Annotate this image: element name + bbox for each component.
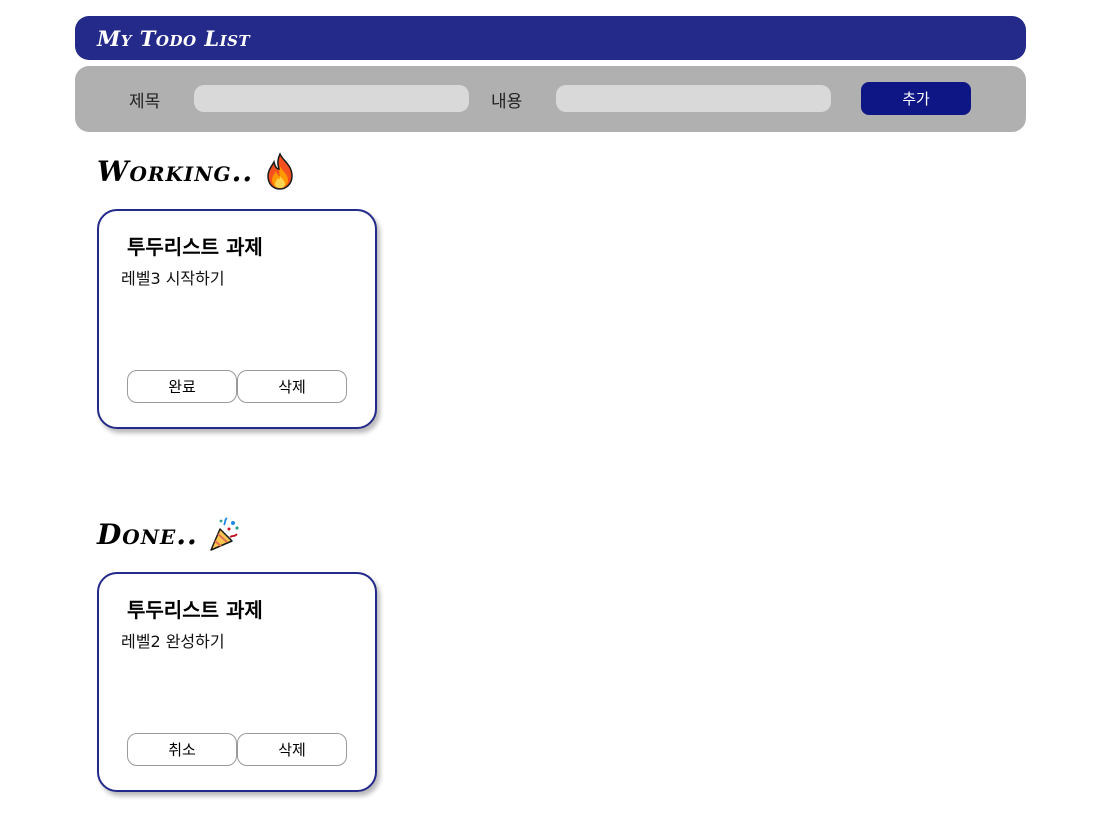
- todo-card: 투두리스트 과제 레벨3 시작하기 완료 삭제: [97, 209, 377, 429]
- content-label: 내용: [491, 92, 523, 112]
- app-title: My Todo List: [97, 25, 251, 51]
- add-todo-form: 제목 내용 추가: [75, 66, 1026, 132]
- done-heading: Done..: [97, 515, 242, 553]
- todo-card-content: 레벨3 시작하기: [121, 269, 225, 288]
- app-header: My Todo List: [75, 16, 1026, 60]
- title-label: 제목: [129, 92, 161, 112]
- cancel-button[interactable]: 취소: [127, 733, 237, 766]
- working-heading: Working..: [97, 152, 297, 190]
- add-button[interactable]: 추가: [861, 82, 971, 115]
- title-input[interactable]: [194, 85, 469, 112]
- todo-card: 투두리스트 과제 레벨2 완성하기 취소 삭제: [97, 572, 377, 792]
- delete-button[interactable]: 삭제: [237, 370, 347, 403]
- content-input[interactable]: [556, 85, 831, 112]
- done-heading-text: Done..: [97, 517, 198, 551]
- todo-card-title: 투두리스트 과제: [127, 598, 263, 622]
- working-heading-text: Working..: [97, 154, 254, 188]
- party-popper-icon: [209, 517, 239, 551]
- complete-button[interactable]: 완료: [127, 370, 237, 403]
- fire-icon: [267, 152, 293, 190]
- delete-button[interactable]: 삭제: [237, 733, 347, 766]
- todo-card-content: 레벨2 완성하기: [121, 632, 225, 651]
- todo-card-title: 투두리스트 과제: [127, 235, 263, 259]
